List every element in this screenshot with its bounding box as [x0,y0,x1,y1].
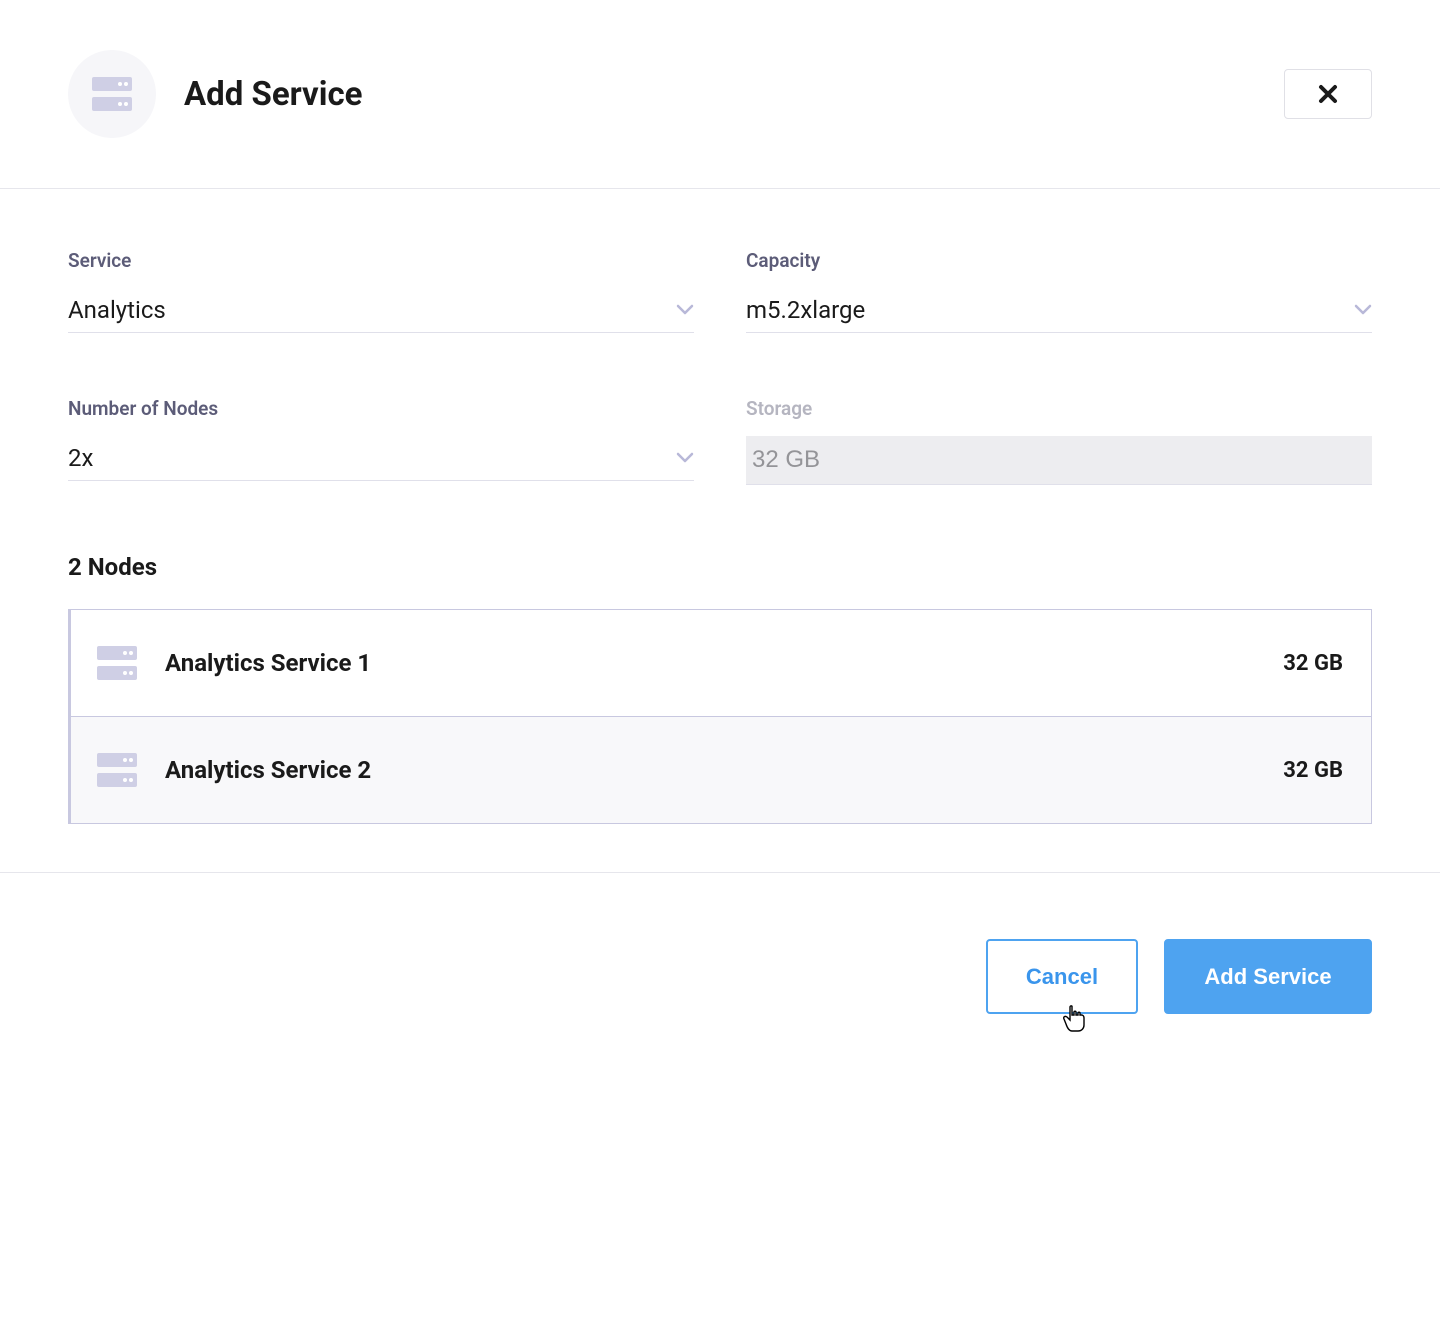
node-name: Analytics Service 2 [165,756,371,784]
cursor-pointer-icon [1062,1005,1086,1033]
node-size: 32 GB [1283,651,1343,676]
close-icon [1318,84,1338,104]
service-value: Analytics [68,296,166,324]
capacity-label: Capacity [746,249,1372,272]
chevron-down-icon [1354,304,1372,316]
storage-field: Storage [746,397,1372,485]
nodes-count-label: Number of Nodes [68,397,694,420]
modal-footer: Cancel Add Service [0,872,1440,1014]
node-left: Analytics Service 2 [97,753,371,787]
storage-input [746,436,1372,485]
nodes-count-select[interactable]: 2x [68,436,694,481]
nodes-list: Analytics Service 1 32 GB Analytics Serv… [68,609,1372,824]
node-row: Analytics Service 1 32 GB [71,610,1371,716]
capacity-value: m5.2xlarge [746,296,865,324]
server-icon [97,753,137,787]
server-icon [92,77,132,111]
capacity-select[interactable]: m5.2xlarge [746,288,1372,333]
modal-header: Add Service [0,0,1440,189]
header-left: Add Service [68,50,363,138]
node-size: 32 GB [1283,758,1343,783]
modal-body: Service Analytics Capacity m5.2xlarge Nu… [0,189,1440,824]
node-row: Analytics Service 2 32 GB [71,716,1371,823]
storage-label: Storage [746,397,1372,420]
nodes-header: 2 Nodes [68,553,1372,581]
add-service-button[interactable]: Add Service [1164,939,1372,1014]
capacity-field: Capacity m5.2xlarge [746,249,1372,333]
node-name: Analytics Service 1 [165,649,371,677]
service-select[interactable]: Analytics [68,288,694,333]
chevron-down-icon [676,304,694,316]
service-label: Service [68,249,694,272]
cancel-button[interactable]: Cancel [986,939,1138,1014]
form-grid: Service Analytics Capacity m5.2xlarge Nu… [68,249,1372,485]
service-field: Service Analytics [68,249,694,333]
nodes-count-value: 2x [68,444,93,472]
close-button[interactable] [1284,69,1372,119]
node-left: Analytics Service 1 [97,646,371,680]
chevron-down-icon [676,452,694,464]
server-icon-circle [68,50,156,138]
server-icon [97,646,137,680]
page-title: Add Service [184,75,363,114]
nodes-count-field: Number of Nodes 2x [68,397,694,485]
